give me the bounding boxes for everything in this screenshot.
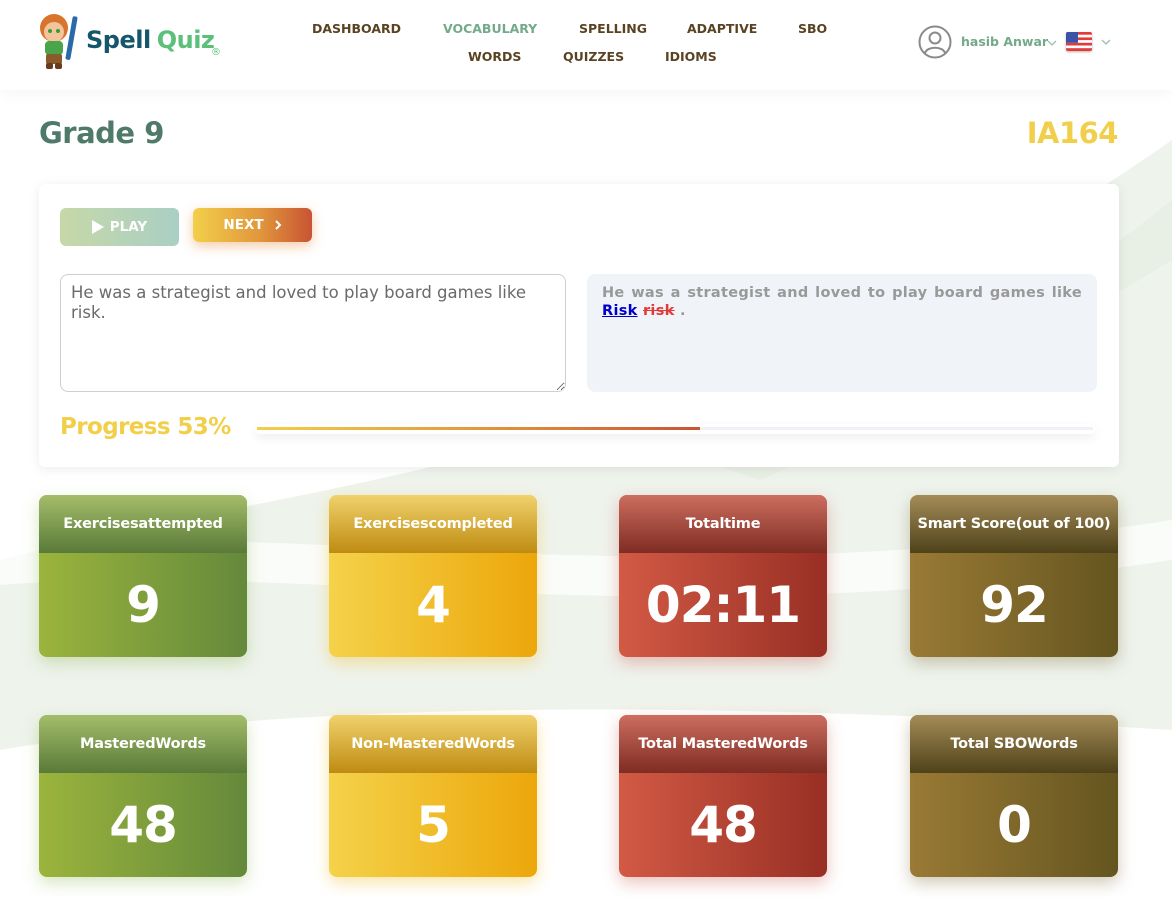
user-name[interactable]: hasib Anwar <box>961 34 1048 49</box>
chevron-down-icon[interactable] <box>1047 39 1057 47</box>
stat-title: Total time <box>619 495 827 553</box>
progress-fill <box>257 427 701 430</box>
nav-quizzes[interactable]: QUIZZES <box>563 49 624 64</box>
stat-title-line2: Words <box>155 736 206 752</box>
stat-title: Exercises attempted <box>39 495 247 553</box>
nav-sbo[interactable]: SBO <box>798 21 827 36</box>
nav-adaptive[interactable]: ADAPTIVE <box>687 21 757 36</box>
answer-input[interactable] <box>60 274 566 392</box>
stat-value: 48 <box>689 796 758 854</box>
stat-value: 02:11 <box>645 576 801 634</box>
stat-title-line1: Total Mastered <box>638 736 758 752</box>
mascot-icon <box>40 14 78 69</box>
stat-value: 48 <box>109 796 178 854</box>
stat-tile: Total time 02:11 <box>619 495 827 657</box>
stat-value: 5 <box>416 796 451 854</box>
stat-value: 4 <box>416 576 451 634</box>
user-circle-icon <box>918 25 952 59</box>
progress-bar <box>255 424 1095 434</box>
top-header: Spell Quiz ® DASHBOARD VOCABULARY SPELLIN… <box>0 0 1172 90</box>
nav-dashboard[interactable]: DASHBOARD <box>312 21 401 36</box>
play-label: PLAY <box>109 219 148 235</box>
page-title: Grade 9 <box>39 116 164 150</box>
chevron-right-icon <box>274 220 281 230</box>
stat-title-line1: Total <box>685 516 725 532</box>
stat-tile: Smart Score (out of 100) 92 <box>910 495 1118 657</box>
stat-title-line2: (out of 100) <box>1015 516 1111 532</box>
stat-title-line1: Mastered <box>80 736 156 752</box>
correct-word-link[interactable]: Risk <box>602 303 638 319</box>
play-icon <box>91 220 104 234</box>
stat-title-line1: Non-Mastered <box>351 736 465 752</box>
quiz-code: IA164 <box>1026 116 1119 150</box>
stat-title-line1: Total SBO <box>950 736 1028 752</box>
nav-words[interactable]: WORDS <box>468 49 521 64</box>
play-button[interactable]: PLAY <box>60 208 179 246</box>
progress-rail <box>257 427 1093 430</box>
stat-value: 0 <box>997 796 1032 854</box>
next-label: NEXT <box>223 217 264 233</box>
stat-value: 9 <box>126 576 161 634</box>
progress-label: Progress 53% <box>60 414 231 440</box>
stat-title-line1: Smart Score <box>917 516 1016 532</box>
result-text: He was a strategist and loved to play bo… <box>602 285 1082 301</box>
spellquiz-logo[interactable]: Spell Quiz ® <box>36 10 226 74</box>
result-suffix: . <box>679 303 686 319</box>
stat-tile: Exercises completed 4 <box>329 495 537 657</box>
nav-spelling[interactable]: SPELLING <box>579 21 647 36</box>
stat-tile: Total SBO Words 0 <box>910 715 1118 877</box>
stat-title-line2: Words <box>1027 736 1078 752</box>
stat-tile: Total Mastered Words 48 <box>619 715 827 877</box>
nav-vocabulary[interactable]: VOCABULARY <box>443 21 537 36</box>
result-feedback: He was a strategist and loved to play bo… <box>587 274 1097 392</box>
stat-title: Total SBO Words <box>910 715 1118 773</box>
stat-tile: Mastered Words 48 <box>39 715 247 877</box>
stat-tile: Non-Mastered Words 5 <box>329 715 537 877</box>
wrong-word: risk <box>642 303 675 319</box>
stat-title: Mastered Words <box>39 715 247 773</box>
registered-mark: ® <box>211 47 221 58</box>
stat-title-line2: time <box>724 516 761 532</box>
quiz-card: PLAY NEXT He was a strategist and loved … <box>39 184 1119 467</box>
language-chevron-down-icon[interactable] <box>1101 38 1111 46</box>
logo-spell: Spell <box>86 26 151 54</box>
logo-quiz: Quiz <box>156 26 215 54</box>
stat-title-line2: Words <box>464 736 515 752</box>
us-flag-icon[interactable] <box>1066 32 1092 51</box>
next-button[interactable]: NEXT <box>193 208 312 242</box>
stat-title: Exercises completed <box>329 495 537 553</box>
stat-title: Smart Score (out of 100) <box>910 495 1118 553</box>
nav-idioms[interactable]: IDIOMS <box>665 49 717 64</box>
stat-title-line1: Exercises <box>353 516 429 532</box>
stat-title: Non-Mastered Words <box>329 715 537 773</box>
stat-title-line2: Words <box>757 736 808 752</box>
stat-tile: Exercises attempted 9 <box>39 495 247 657</box>
stat-title-line2: attempted <box>138 516 223 532</box>
logo-wordmark: Spell Quiz <box>86 26 215 54</box>
stat-value: 92 <box>980 576 1049 634</box>
stat-title: Total Mastered Words <box>619 715 827 773</box>
stat-title-line1: Exercises <box>63 516 139 532</box>
stat-title-line2: completed <box>428 516 513 532</box>
